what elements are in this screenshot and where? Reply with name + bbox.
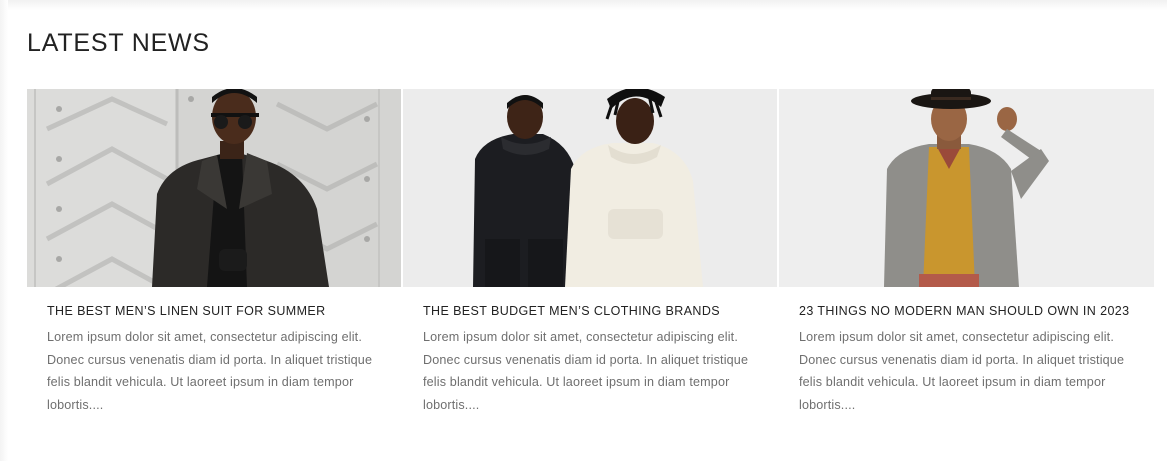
news-card[interactable]: 23 THINGS NO MODERN MAN SHOULD OWN IN 20… [779,89,1154,439]
news-card-list: THE BEST MEN’S LINEN SUIT FOR SUMMER Lor… [27,89,1154,439]
article-title[interactable]: THE BEST BUDGET MEN’S CLOTHING BRANDS [423,304,757,319]
article-image-linen-suit[interactable] [27,89,401,287]
section-title: LATEST NEWS [27,29,210,57]
news-card[interactable]: THE BEST MEN’S LINEN SUIT FOR SUMMER Lor… [27,89,401,439]
news-card[interactable]: THE BEST BUDGET MEN’S CLOTHING BRANDS Lo… [403,89,777,439]
latest-news-section: LATEST NEWS THE BEST MEN’S LINEN SUIT FO… [0,0,1167,461]
article-excerpt: Lorem ipsum dolor sit amet, consectetur … [799,330,1125,412]
article-title[interactable]: THE BEST MEN’S LINEN SUIT FOR SUMMER [47,304,381,319]
article-excerpt: Lorem ipsum dolor sit amet, consectetur … [47,330,373,412]
article-image-modern-man[interactable] [779,89,1154,287]
article-excerpt: Lorem ipsum dolor sit amet, consectetur … [423,330,749,412]
article-image-budget-brands[interactable] [403,89,777,287]
section-shadow-left [0,0,8,461]
section-shadow-top [0,0,1167,10]
article-title[interactable]: 23 THINGS NO MODERN MAN SHOULD OWN IN 20… [799,304,1134,319]
